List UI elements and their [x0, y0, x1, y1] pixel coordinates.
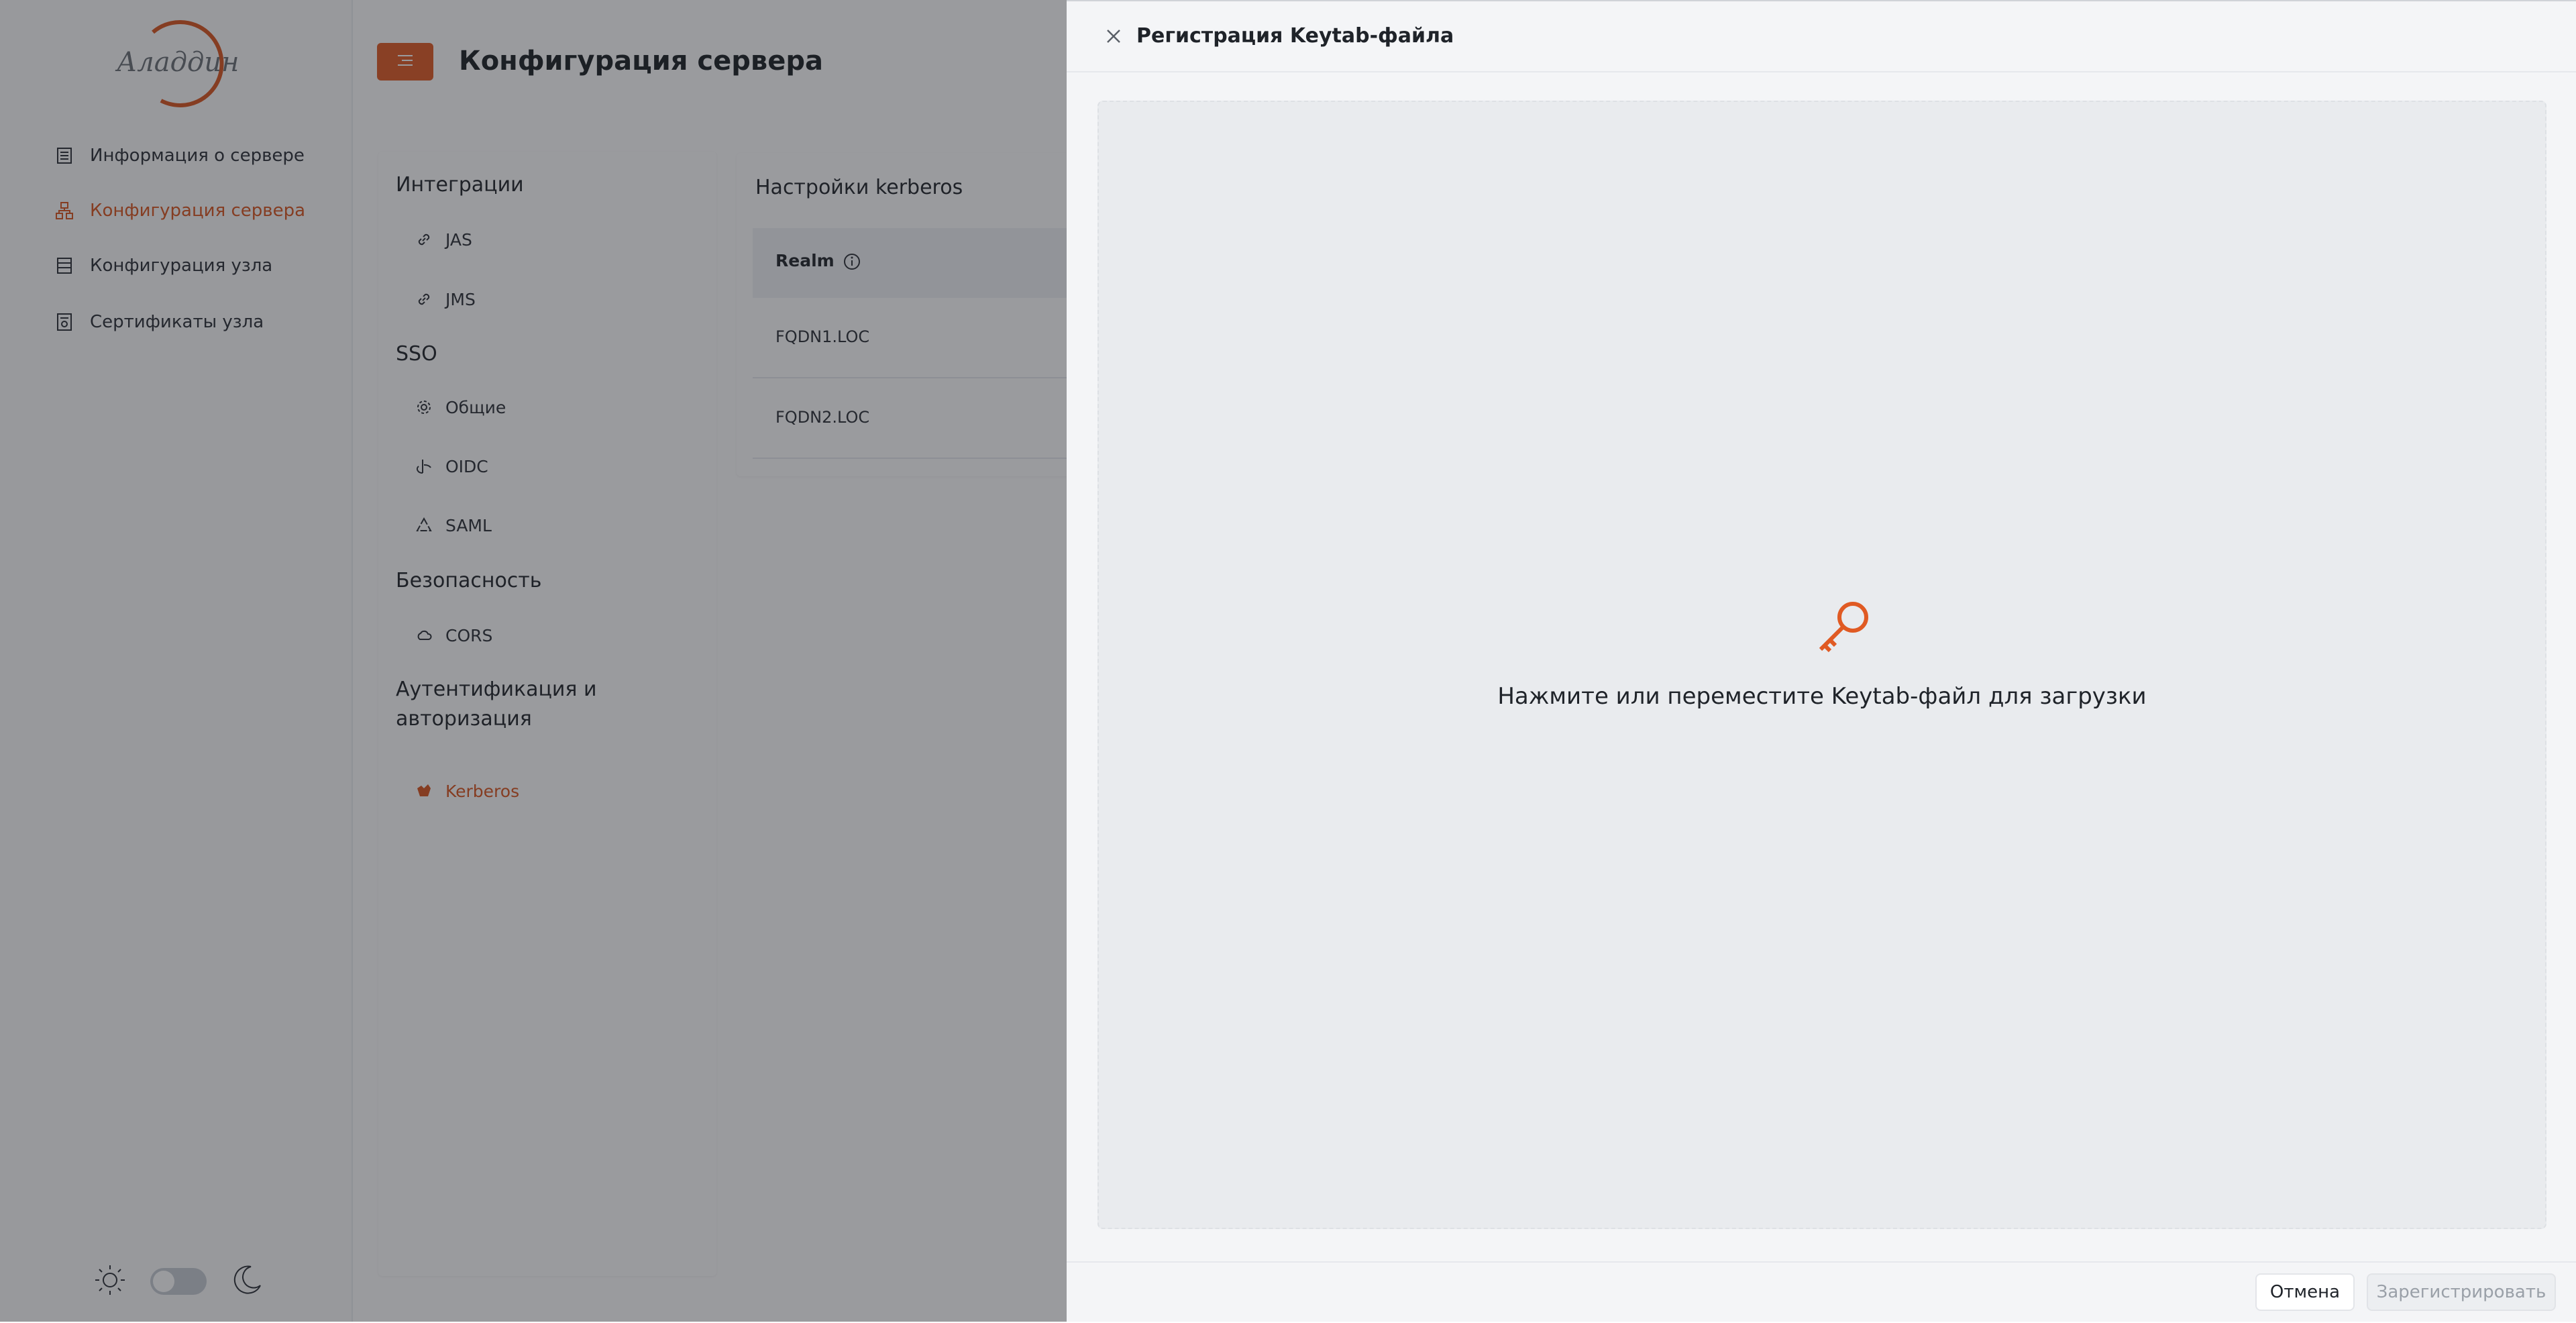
cancel-button[interactable]: Отмена: [2255, 1273, 2355, 1311]
dropzone-text: Нажмите или переместите Keytab-файл для …: [1497, 683, 2147, 710]
close-icon[interactable]: [1103, 25, 1124, 47]
key-icon: [1814, 596, 1874, 656]
keytab-registration-drawer: Регистрация Keytab-файла Нажмите или пер…: [1067, 0, 2576, 1322]
drawer-title: Регистрация Keytab-файла: [1136, 24, 1454, 48]
keytab-upload-dropzone[interactable]: Нажмите или переместите Keytab-файл для …: [1097, 101, 2546, 1229]
drawer-header: Регистрация Keytab-файла: [1067, 0, 2576, 72]
register-button[interactable]: Зарегистрировать: [2367, 1273, 2556, 1311]
drawer-footer: Отмена Зарегистрировать: [1067, 1261, 2576, 1323]
